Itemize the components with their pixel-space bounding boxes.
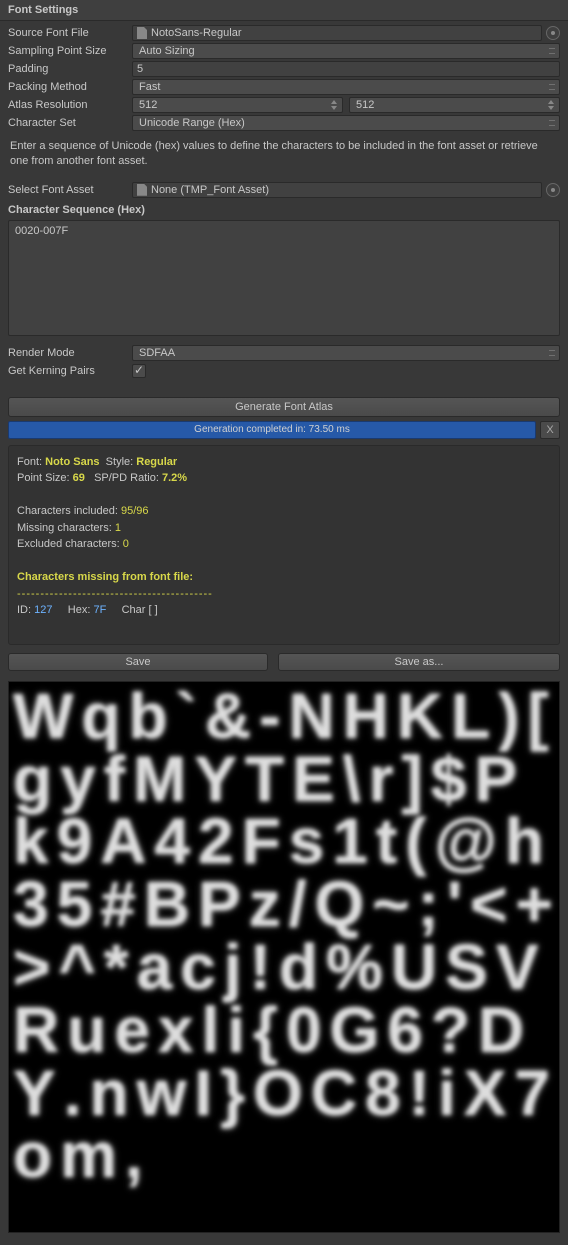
source-font-file-picker-icon[interactable] <box>546 26 560 40</box>
chars-included-label: Characters included: <box>17 505 118 517</box>
character-set-info: Enter a sequence of Unicode (hex) values… <box>8 133 560 180</box>
point-size-label: Point Size: <box>17 472 70 484</box>
style-label: Style: <box>106 456 134 468</box>
source-font-file-value: NotoSans-Regular <box>151 27 242 39</box>
kerning-pairs-label: Get Kerning Pairs <box>8 365 132 377</box>
select-font-asset-label: Select Font Asset <box>8 184 132 196</box>
id-label: ID: <box>17 604 31 616</box>
font-label: Font: <box>17 456 42 468</box>
padding-input[interactable]: 5 <box>132 61 560 77</box>
packing-method-value: Fast <box>139 81 160 93</box>
render-mode-dropdown[interactable]: SDFAA <box>132 345 560 361</box>
render-mode-value: SDFAA <box>139 347 175 359</box>
source-font-file-label: Source Font File <box>8 27 132 39</box>
character-set-label: Character Set <box>8 117 132 129</box>
select-font-asset-value: None (TMP_Font Asset) <box>151 184 269 196</box>
missing-header: Characters missing from font file: <box>17 569 551 586</box>
sampling-point-size-dropdown[interactable]: Auto Sizing <box>132 43 560 59</box>
missing-label: Missing characters: <box>17 522 112 534</box>
atlas-width-value: 512 <box>139 99 157 111</box>
character-set-value: Unicode Range (Hex) <box>139 117 245 129</box>
divider-dashes: ----------------------------------------… <box>17 586 551 603</box>
point-size-value: 69 <box>73 472 85 484</box>
excluded-label: Excluded characters: <box>17 538 120 550</box>
missing-value: 1 <box>115 522 121 534</box>
progress-bar: Generation completed in: 73.50 ms <box>8 421 536 439</box>
atlas-width-dropdown[interactable]: 512 <box>132 97 343 113</box>
atlas-resolution-label: Atlas Resolution <box>8 99 132 111</box>
char-label: Char [ ] <box>122 604 158 616</box>
sampling-point-size-value: Auto Sizing <box>139 45 195 57</box>
ratio-value: 7.2% <box>162 472 187 484</box>
source-font-file-field[interactable]: NotoSans-Regular <box>132 25 542 41</box>
excluded-value: 0 <box>123 538 129 550</box>
settings-form: Source Font File NotoSans-Regular Sampli… <box>0 21 568 389</box>
atlas-height-value: 512 <box>356 99 374 111</box>
padding-label: Padding <box>8 63 132 75</box>
save-button[interactable]: Save <box>8 653 268 671</box>
cancel-progress-button[interactable]: X <box>540 421 560 439</box>
hex-value: 7F <box>93 604 106 616</box>
character-set-dropdown[interactable]: Unicode Range (Hex) <box>132 115 560 131</box>
packing-method-dropdown[interactable]: Fast <box>132 79 560 95</box>
hex-label: Hex: <box>68 604 91 616</box>
render-mode-label: Render Mode <box>8 347 132 359</box>
id-value: 127 <box>34 604 52 616</box>
atlas-preview: Wqb`&-NHKL)[gyfMYTE\r]$Pk9A42Fs1t(@h35#B… <box>8 681 560 1233</box>
kerning-pairs-checkbox[interactable] <box>132 364 146 378</box>
atlas-height-dropdown[interactable]: 512 <box>349 97 560 113</box>
font-name: Noto Sans <box>45 456 99 468</box>
chars-included-value: 95/96 <box>121 505 149 517</box>
style-value: Regular <box>136 456 177 468</box>
font-asset-icon <box>137 184 147 196</box>
packing-method-label: Packing Method <box>8 81 132 93</box>
select-font-asset-picker-icon[interactable] <box>546 183 560 197</box>
save-as-button[interactable]: Save as... <box>278 653 560 671</box>
sampling-point-size-label: Sampling Point Size <box>8 45 132 57</box>
panel-title: Font Settings <box>0 0 568 21</box>
ratio-label: SP/PD Ratio: <box>94 472 159 484</box>
character-sequence-label: Character Sequence (Hex) <box>8 204 560 216</box>
select-font-asset-field[interactable]: None (TMP_Font Asset) <box>132 182 542 198</box>
font-file-icon <box>137 27 147 39</box>
generation-report: Font: Noto Sans Style: Regular Point Siz… <box>8 445 560 645</box>
character-sequence-input[interactable] <box>8 220 560 336</box>
generate-button[interactable]: Generate Font Atlas <box>8 397 560 417</box>
